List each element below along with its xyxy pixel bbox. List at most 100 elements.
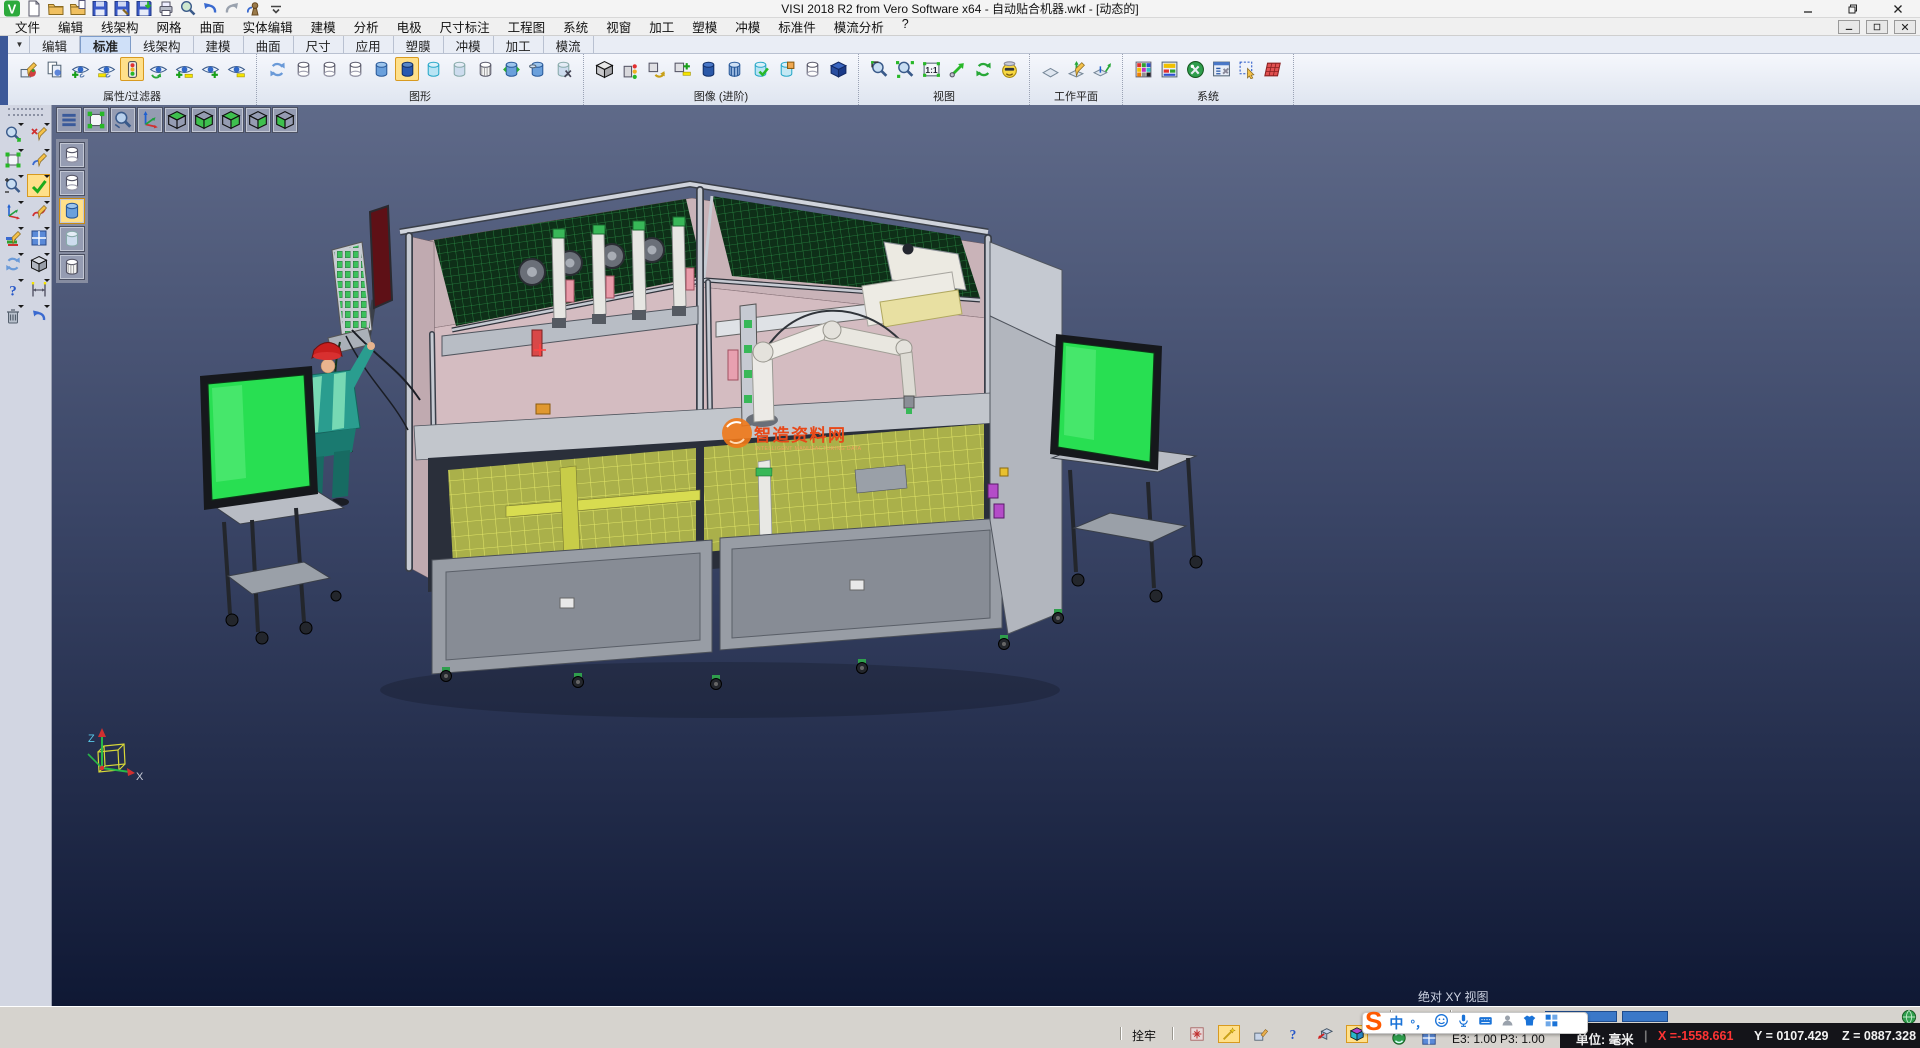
open-part-icon[interactable]	[68, 1, 88, 17]
zoom-extents-icon[interactable]	[893, 57, 917, 81]
filter-traffic-light-icon[interactable]	[120, 57, 144, 81]
zoom-plusminus-icon[interactable]	[1, 174, 24, 197]
adv-refresh-icon[interactable]	[644, 57, 668, 81]
export-box-icon[interactable]	[1314, 1025, 1336, 1043]
3d-viewport[interactable]: 智造资料网 INTELLIGENT MANUFACTURING DATA Z X	[52, 105, 1920, 1006]
minimize-button[interactable]	[1785, 0, 1830, 18]
axes-triad-icon[interactable]	[137, 107, 163, 133]
zoom-1-1-icon[interactable]: 1:1	[919, 57, 943, 81]
status-help-icon[interactable]: ?	[1282, 1025, 1304, 1043]
ime-microphone-icon[interactable]	[1456, 1013, 1471, 1033]
workplane-axes-icon[interactable]	[1038, 57, 1062, 81]
menu-item[interactable]: 实体编辑	[234, 17, 302, 36]
shaded-box-icon[interactable]	[826, 57, 850, 81]
zoom-arrow-icon[interactable]	[945, 57, 969, 81]
redo-icon[interactable]	[222, 1, 242, 17]
show-toggle-icon[interactable]	[172, 57, 196, 81]
cube-back-icon[interactable]	[218, 107, 244, 133]
entity-refresh-icon[interactable]	[1, 252, 24, 275]
ribbon-tab-尺寸[interactable]: 尺寸	[294, 36, 344, 53]
child-restore-button[interactable]	[1866, 20, 1888, 34]
copy-properties-icon[interactable]	[42, 57, 66, 81]
cyl-striped-icon[interactable]	[722, 57, 746, 81]
cyl-check-icon[interactable]	[748, 57, 772, 81]
edit-spline-icon[interactable]	[27, 200, 50, 223]
ribbon-tab-曲面[interactable]: 曲面	[244, 36, 294, 53]
ribbon-tab-冲模[interactable]: 冲模	[444, 36, 494, 53]
snap-recycle-icon[interactable]	[1186, 1025, 1208, 1043]
menu-item[interactable]: 视窗	[597, 17, 640, 36]
menu-item[interactable]: 系统	[554, 17, 597, 36]
adv-toggle-icon[interactable]	[670, 57, 694, 81]
ribbon-tab-标准[interactable]: 标准	[80, 36, 131, 53]
tab-dropdown-button[interactable]: ▼	[10, 36, 30, 53]
view-face-icon[interactable]	[997, 57, 1021, 81]
lock-label[interactable]: 拴牢	[1132, 1027, 1156, 1044]
brush-box-icon[interactable]	[1250, 1025, 1272, 1043]
cyl-transparent-icon[interactable]	[421, 57, 445, 81]
ribbon-tab-塑膜[interactable]: 塑膜	[394, 36, 444, 53]
show-add-icon[interactable]	[68, 57, 92, 81]
erase-sketch-icon[interactable]	[27, 122, 50, 145]
save-as-icon[interactable]	[112, 1, 132, 17]
menu-item[interactable]: 模流分析	[825, 17, 893, 36]
child-minimize-button[interactable]	[1838, 20, 1860, 34]
cyl-shaded-edges-icon[interactable]	[395, 57, 419, 81]
cyl-shaded-icon[interactable]	[59, 198, 85, 224]
adv-add-icon[interactable]	[592, 57, 616, 81]
menu-item[interactable]: 编辑	[49, 17, 92, 36]
cyl-hatched-icon[interactable]	[59, 254, 85, 280]
cyl-regen-pair-icon[interactable]	[499, 57, 523, 81]
system-tools-icon[interactable]	[1183, 57, 1207, 81]
ribbon-tab-编辑[interactable]: 编辑	[30, 36, 80, 53]
sogou-logo[interactable]: S	[1365, 1011, 1382, 1031]
print-preview-icon[interactable]	[178, 1, 198, 17]
ime-language-toggle[interactable]: 中	[1389, 1013, 1403, 1033]
ime-skin-icon[interactable]	[1522, 1013, 1537, 1033]
ribbon-tab-加工[interactable]: 加工	[494, 36, 544, 53]
print-icon[interactable]	[156, 1, 176, 17]
workplane-edit-icon[interactable]	[1064, 57, 1088, 81]
open-folder-icon[interactable]	[46, 1, 66, 17]
cyl-pair-icon[interactable]	[525, 57, 549, 81]
undo-icon[interactable]	[200, 1, 220, 17]
menu-item[interactable]: 标准件	[769, 17, 825, 36]
cyl-wire-icon[interactable]	[59, 170, 85, 196]
save-all-icon[interactable]	[134, 1, 154, 17]
zoom-window-icon[interactable]	[867, 57, 891, 81]
menu-item[interactable]: 塑模	[683, 17, 726, 36]
cyl-wire-icon[interactable]	[800, 57, 824, 81]
delete-trash-icon[interactable]	[1, 304, 24, 327]
cube-top-icon[interactable]	[164, 107, 190, 133]
attr-palette-icon[interactable]	[1, 226, 24, 249]
ime-emoji-icon[interactable]	[1434, 1013, 1449, 1033]
child-close-button[interactable]	[1894, 20, 1916, 34]
menu-item[interactable]: 网格	[148, 17, 191, 36]
cube-bottom-icon[interactable]	[191, 107, 217, 133]
fit-view-icon[interactable]	[83, 107, 109, 133]
solid-box-icon[interactable]	[27, 252, 50, 275]
ime-toolbox-icon[interactable]	[1544, 1013, 1559, 1033]
visi-logo-icon[interactable]: V	[2, 1, 22, 17]
regen-icon[interactable]	[265, 57, 289, 81]
menu-item[interactable]: 建模	[302, 17, 345, 36]
cube-right-icon[interactable]	[245, 107, 271, 133]
macro-icon[interactable]	[244, 1, 264, 17]
menu-lines-icon[interactable]	[56, 107, 82, 133]
grid-red-icon[interactable]	[1261, 57, 1285, 81]
cyl-note-icon[interactable]	[774, 57, 798, 81]
select-rect-icon[interactable]	[1, 148, 24, 171]
visibility-refresh-icon[interactable]	[146, 57, 170, 81]
color-palette-icon[interactable]	[1131, 57, 1155, 81]
ribbon-tab-模流[interactable]: 模流	[544, 36, 594, 53]
adv-traffic-icon[interactable]	[618, 57, 642, 81]
toolbar-dropdown-icon[interactable]	[266, 1, 286, 17]
cyl-wire-icon[interactable]	[317, 57, 341, 81]
cyl-wire-icon[interactable]	[59, 142, 85, 168]
context-help-icon[interactable]: ?	[1, 278, 24, 301]
edit-properties-icon[interactable]	[16, 57, 40, 81]
cyl-wire-icon[interactable]	[291, 57, 315, 81]
cyl-wire-icon[interactable]	[343, 57, 367, 81]
cube-left-icon[interactable]	[272, 107, 298, 133]
confirm-check-icon[interactable]	[27, 174, 50, 197]
